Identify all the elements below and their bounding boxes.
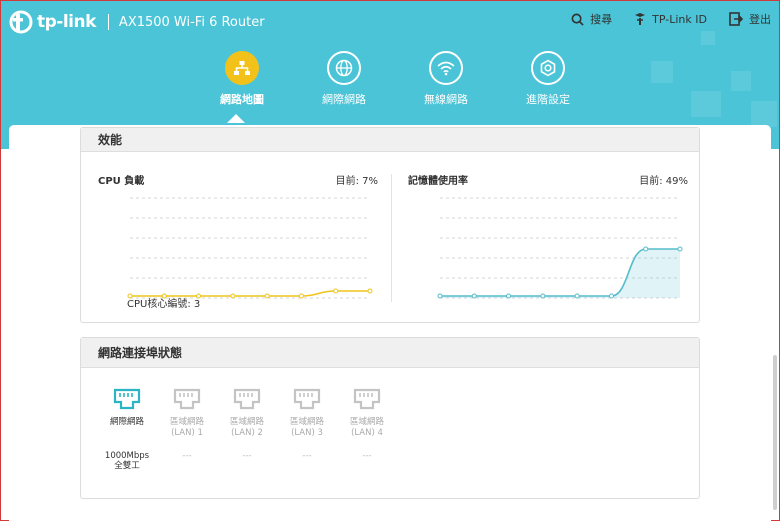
nav-icon-circle xyxy=(327,51,361,85)
nav-label: 無線網路 xyxy=(424,93,468,106)
nav-label: 網路地圖 xyxy=(220,93,264,106)
port-name: 區域網路 (LAN) 1 xyxy=(169,417,204,438)
nav-network-map[interactable]: 網路地圖 xyxy=(191,51,293,107)
port-status: --- xyxy=(242,451,252,461)
search-button[interactable]: 搜尋 xyxy=(571,11,612,27)
chart-divider xyxy=(391,174,392,302)
ethernet-port-icon xyxy=(113,388,141,410)
memory-point xyxy=(608,293,614,299)
ethernet-port-icon xyxy=(173,388,201,410)
search-icon xyxy=(571,13,584,26)
panel-title: 網路連接埠狀態 xyxy=(81,338,699,368)
nav-internet[interactable]: 網際網路 xyxy=(293,51,395,107)
network-map-icon xyxy=(234,61,250,75)
memory-point xyxy=(643,246,649,252)
nav-icon-circle xyxy=(429,51,463,85)
search-label: 搜尋 xyxy=(590,13,613,26)
brand-separator xyxy=(107,14,109,30)
top-actions: 搜尋 TP-Link ID 登出 xyxy=(549,11,771,27)
port-name: 區域網路 (LAN) 3 xyxy=(289,417,324,438)
header-decoration xyxy=(701,31,715,45)
cpu-cores-label: CPU核心編號: 3 xyxy=(127,299,201,310)
cpu-point xyxy=(230,293,236,299)
nav-label: 進階設定 xyxy=(526,93,570,106)
wifi-icon xyxy=(437,61,455,76)
port-item: 區域網路 (LAN) 4 --- xyxy=(337,388,397,471)
ethernet-port-icon xyxy=(353,388,381,410)
cpu-point xyxy=(264,293,270,299)
port-name: 網際網路 xyxy=(109,417,144,427)
ethernet-port-icon xyxy=(293,388,321,410)
cpu-current-value: 目前: 7% xyxy=(335,176,378,187)
memory-chart-title: 記憶體使用率 xyxy=(408,176,468,187)
cpu-point xyxy=(333,288,339,294)
port-list: 網際網路 1000Mbps 全雙工 區域網路 (LAN) 1 --- 區域網路 (LAN) 2… xyxy=(97,388,397,471)
port-item: 網際網路 1000Mbps 全雙工 xyxy=(97,388,157,471)
memory-current-value: 目前: 49% xyxy=(639,176,688,187)
model-name: AX1500 Wi-Fi 6 Router xyxy=(118,14,265,30)
nav-icon-circle xyxy=(531,51,565,85)
port-status: 1000Mbps 全雙工 xyxy=(104,451,150,471)
memory-area xyxy=(440,249,680,298)
memory-point xyxy=(437,293,443,299)
port-name: 區域網路 (LAN) 2 xyxy=(229,417,264,438)
tplink-id-icon xyxy=(635,13,646,25)
performance-panel: 效能 CPU 負載 目前: 7% 記憶體使用率 目前: 49% CPU核心編號:… xyxy=(80,127,700,323)
nav-icon-circle xyxy=(225,51,259,85)
port-name: 區域網路 (LAN) 4 xyxy=(349,417,384,438)
cpu-point xyxy=(298,293,304,299)
port-item: 區域網路 (LAN) 1 --- xyxy=(157,388,217,471)
cpu-chart-title: CPU 負載 xyxy=(98,176,145,187)
port-item: 區域網路 (LAN) 2 --- xyxy=(217,388,277,471)
port-status: --- xyxy=(302,451,312,461)
tplink-id-label: TP-Link ID xyxy=(652,12,707,26)
globe-icon xyxy=(335,59,353,77)
memory-point xyxy=(574,293,580,299)
scrollbar[interactable] xyxy=(773,355,777,510)
tplink-logo-icon xyxy=(9,10,33,34)
brand: tp-link AX1500 Wi-Fi 6 Router xyxy=(9,9,265,35)
header-decoration xyxy=(691,91,721,117)
memory-point xyxy=(677,246,683,252)
panel-title: 效能 xyxy=(81,128,699,152)
header-decoration xyxy=(651,61,673,83)
main-nav: 網路地圖 網際網路 無線網路 進階設定 xyxy=(191,51,599,107)
logout-label: 登出 xyxy=(749,13,771,26)
nav-advanced[interactable]: 進階設定 xyxy=(497,51,599,107)
nav-wireless[interactable]: 無線網路 xyxy=(395,51,497,107)
memory-point xyxy=(540,293,546,299)
memory-point xyxy=(506,293,512,299)
cpu-point xyxy=(367,288,373,294)
gear-icon xyxy=(540,59,556,77)
logout-icon xyxy=(729,12,743,26)
port-status: --- xyxy=(182,451,192,461)
nav-label: 網際網路 xyxy=(322,93,366,106)
logout-button[interactable]: 登出 xyxy=(729,11,771,27)
ethernet-port-icon xyxy=(233,388,261,410)
brand-name: tp-link xyxy=(37,12,96,32)
port-status-panel: 網路連接埠狀態 網際網路 1000Mbps 全雙工 區域網路 (LAN) 1 --- 區域網… xyxy=(80,337,700,499)
tplink-id-button[interactable]: TP-Link ID xyxy=(634,11,707,27)
header-decoration xyxy=(731,71,751,91)
content-area: 效能 CPU 負載 目前: 7% 記憶體使用率 目前: 49% CPU核心編號:… xyxy=(9,125,771,521)
port-item: 區域網路 (LAN) 3 --- xyxy=(277,388,337,471)
port-status: --- xyxy=(362,451,372,461)
active-nav-pointer xyxy=(227,114,245,123)
memory-line-chart xyxy=(437,197,683,299)
header-decoration xyxy=(751,101,777,127)
memory-point xyxy=(471,293,477,299)
